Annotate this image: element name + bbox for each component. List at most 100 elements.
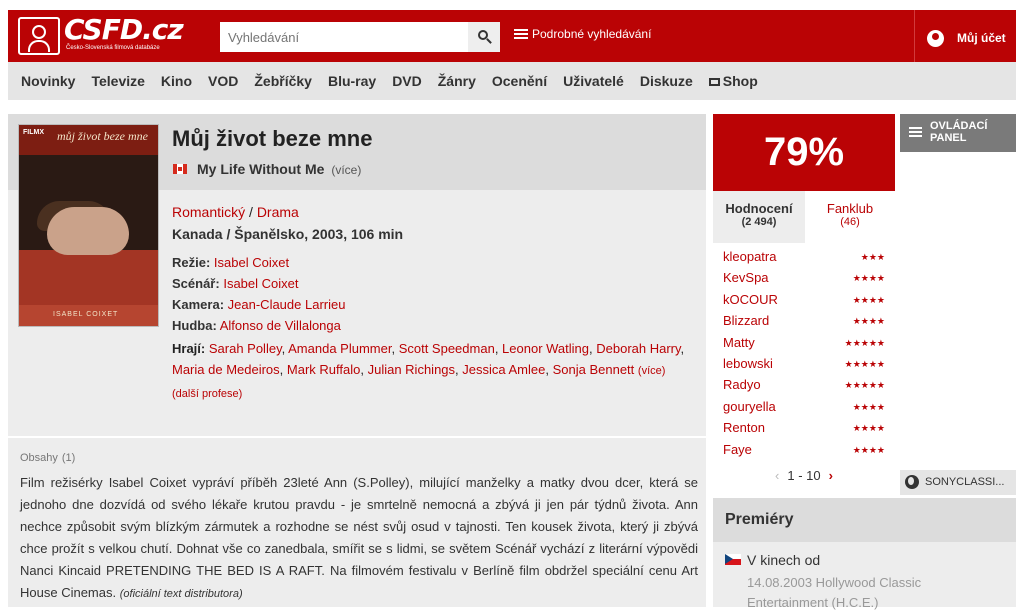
stars-icon: ★★★ — [860, 252, 885, 262]
nav-item-televize[interactable]: Televize — [83, 62, 152, 100]
movie-card: FILMX můj život beze mne ISABEL COIXET M… — [8, 114, 706, 436]
person-link[interactable]: Isabel Coixet — [223, 276, 298, 291]
movie-title: Můj život beze mne — [172, 126, 373, 151]
user-rating-row[interactable]: KevSpa ★★★★ — [713, 270, 895, 291]
nav-item-uzivatele[interactable]: Uživatelé — [555, 62, 632, 100]
nav-item-zanry[interactable]: Žánry — [430, 62, 484, 100]
actor-link[interactable]: Jessica Amlee — [462, 362, 545, 377]
nav-item-oceneni[interactable]: Ocenění — [484, 62, 555, 100]
canada-flag-icon — [172, 163, 188, 175]
actor-link[interactable]: Deborah Harry — [596, 341, 680, 356]
plot-section: Obsahy (1) Film režisérky Isabel Coixet … — [8, 438, 706, 607]
control-panel-button[interactable]: OVLÁDACÍ PANEL — [900, 114, 1016, 152]
rating-box: 79% Hodnocení (2 494) Fanklub (46) kleop… — [713, 114, 895, 492]
user-ratings-list: kleopatra ★★★ KevSpa ★★★★ kOCOUR ★★★★ Blizz… — [713, 249, 895, 463]
actor-link[interactable]: Leonor Watling — [502, 341, 589, 356]
chevron-left-icon[interactable]: ‹ — [775, 468, 779, 483]
advanced-search-link[interactable]: Podrobné vyhledávání — [514, 27, 651, 41]
person-link[interactable]: Alfonso de Villalonga — [220, 318, 341, 333]
plot-heading: Obsahy (1) — [20, 452, 76, 464]
crew-music: Hudba: Alfonso de Villalonga — [172, 318, 341, 333]
more-titles-link[interactable]: (více) — [331, 163, 361, 177]
stars-icon: ★★★★★ — [844, 337, 885, 348]
nav-item-diskuze[interactable]: Diskuze — [632, 62, 701, 100]
nav-item-shop[interactable]: Shop — [701, 62, 766, 100]
user-rating-row[interactable]: Renton ★★★★ — [713, 420, 895, 441]
poster-author: ISABEL COIXET — [53, 311, 119, 318]
original-title: My Life Without Me (více) — [197, 161, 361, 177]
rating-tabs: Hodnocení (2 494) Fanklub (46) — [713, 191, 895, 243]
nav-shop-label: Shop — [722, 73, 758, 89]
nav-item-kino[interactable]: Kino — [153, 62, 200, 100]
stars-icon: ★★★★★ — [844, 358, 885, 369]
account-label: Můj účet — [957, 31, 1006, 45]
user-rating-row[interactable]: Faye ★★★★ — [713, 442, 895, 463]
stars-icon: ★★★★ — [852, 316, 885, 327]
rating-percent: 79% — [713, 114, 895, 191]
stars-icon: ★★★★ — [852, 401, 885, 412]
chevron-right-icon[interactable]: › — [829, 468, 833, 483]
tab-fanclub[interactable]: Fanklub (46) — [805, 191, 895, 243]
more-cast-link[interactable]: (více) — [638, 365, 666, 377]
user-rating-row[interactable]: gouryella ★★★★ — [713, 399, 895, 420]
person-link[interactable]: Isabel Coixet — [214, 255, 289, 270]
user-rating-row[interactable]: Radyo ★★★★★ — [713, 377, 895, 398]
genre-link[interactable]: Romantický — [172, 204, 245, 220]
ratings-count: (2 494) — [741, 216, 777, 228]
vod-provider-link[interactable]: SONYCLASSI... — [900, 470, 1016, 495]
nav-item-novinky[interactable]: Novinky — [13, 62, 83, 100]
other-professions-link[interactable]: (další profese) — [172, 388, 242, 400]
ratings-pager: ‹ 1 - 10 › — [713, 468, 895, 483]
poster-title: můj život beze mne — [57, 129, 148, 143]
origin-info: Kanada / Španělsko, 2003, 106 min — [172, 226, 404, 242]
nav-item-zebricky[interactable]: Žebříčky — [246, 62, 320, 100]
account-button[interactable]: Můj účet — [914, 10, 1016, 62]
user-icon — [927, 30, 944, 47]
actor-link[interactable]: Julian Richings — [368, 362, 455, 377]
plot-count: (1) — [61, 452, 76, 464]
user-rating-row[interactable]: Blizzard ★★★★ — [713, 313, 895, 334]
user-rating-row[interactable]: Matty ★★★★★ — [713, 335, 895, 356]
actor-link[interactable]: Sarah Polley — [209, 341, 282, 356]
menu-icon — [909, 127, 922, 137]
search-button[interactable] — [468, 22, 500, 52]
nav-item-dvd[interactable]: DVD — [384, 62, 430, 100]
advanced-search-label: Podrobné vyhledávání — [532, 27, 652, 41]
user-rating-row[interactable]: kleopatra ★★★ — [713, 249, 895, 270]
cast-list: Hrají: Sarah Polley, Amanda Plummer, Sco… — [172, 341, 685, 400]
nav-item-bluray[interactable]: Blu-ray — [320, 62, 384, 100]
control-panel-label: OVLÁDACÍ PANEL — [930, 120, 988, 144]
vod-provider-label: SONYCLASSI... — [925, 476, 1005, 488]
actor-link[interactable]: Amanda Plummer — [288, 341, 391, 356]
actor-link[interactable]: Scott Speedman — [399, 341, 495, 356]
pager-range: 1 - 10 — [787, 468, 821, 483]
search-box — [220, 22, 500, 52]
stars-icon: ★★★★ — [852, 273, 885, 284]
actor-link[interactable]: Mark Ruffalo — [287, 362, 360, 377]
genres: Romantický / Drama — [172, 204, 299, 220]
nav-item-vod[interactable]: VOD — [200, 62, 246, 100]
premiere-where: V kinech od — [747, 552, 821, 568]
stars-icon: ★★★★ — [852, 423, 885, 434]
tab-ratings[interactable]: Hodnocení (2 494) — [713, 191, 805, 243]
stars-icon: ★★★★★ — [844, 380, 885, 391]
main-nav: Novinky Televize Kino VOD Žebříčky Blu-r… — [8, 62, 1016, 100]
user-rating-row[interactable]: kOCOUR ★★★★ — [713, 292, 895, 313]
premieres-heading: Premiéry — [713, 498, 1016, 542]
logo-subtitle: Česko-Slovenská filmová databáze — [66, 45, 160, 51]
cart-icon — [708, 78, 720, 86]
sliders-icon — [514, 29, 528, 39]
actor-link[interactable]: Sonja Bennett — [553, 362, 635, 377]
globe-icon — [905, 475, 919, 489]
crew-screenplay: Scénář: Isabel Coixet — [172, 276, 299, 291]
movie-poster[interactable]: FILMX můj život beze mne ISABEL COIXET — [18, 124, 159, 327]
site-logo[interactable]: CSFD.cz Česko-Slovenská filmová databáze — [18, 13, 184, 57]
user-rating-row[interactable]: lebowski ★★★★★ — [713, 356, 895, 377]
premieres-section: Premiéry V kinech od 14.08.2003 Hollywoo… — [713, 498, 1016, 610]
person-link[interactable]: Jean-Claude Larrieu — [228, 297, 346, 312]
genre-link[interactable]: Drama — [257, 204, 299, 220]
fanclub-count: (46) — [840, 216, 860, 228]
top-bar: CSFD.cz Česko-Slovenská filmová databáze… — [0, 0, 1024, 62]
actor-link[interactable]: Maria de Medeiros — [172, 362, 280, 377]
search-input[interactable] — [220, 22, 468, 52]
